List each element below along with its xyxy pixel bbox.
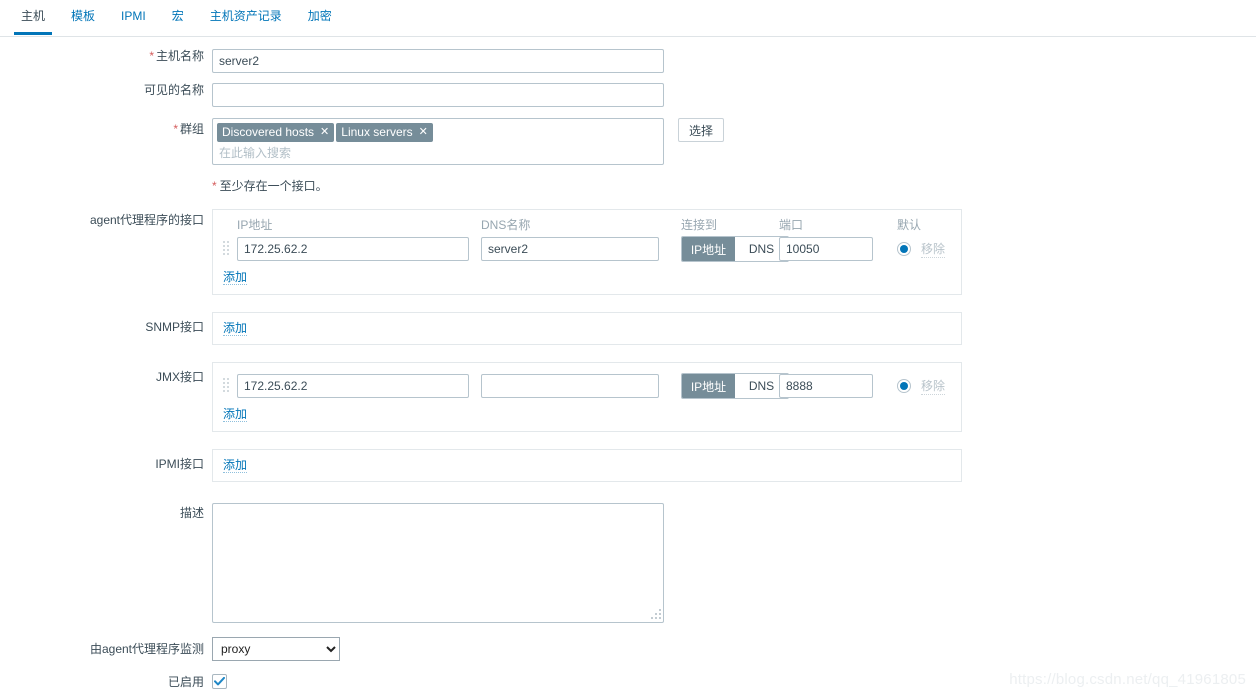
jmx-interface-add-link[interactable]: 添加: [223, 407, 248, 422]
snmp-interface-panel: 添加: [212, 312, 962, 345]
required-marker: *: [173, 122, 178, 136]
jmx-interface-dns-input[interactable]: [481, 374, 659, 398]
tab-host[interactable]: 主机: [8, 0, 58, 35]
tab-templates[interactable]: 模板: [58, 0, 108, 34]
agent-interface-column-headers: IP地址 DNS名称 连接到 端口 默认: [223, 218, 951, 232]
host-group-chip[interactable]: Linux servers ✕: [336, 123, 433, 142]
snmp-interface-label: SNMP接口: [145, 320, 204, 334]
checkmark-icon: [214, 677, 225, 686]
monitored-by-proxy-label: 由agent代理程序监测: [89, 642, 204, 656]
monitored-by-proxy-select[interactable]: proxy: [212, 637, 340, 661]
host-groups-search-input[interactable]: [217, 145, 655, 161]
host-groups-multiselect[interactable]: Discovered hosts ✕ Linux servers ✕: [212, 118, 664, 165]
snmp-interface-add-link[interactable]: 添加: [223, 321, 248, 336]
enabled-label: 已启用: [167, 675, 204, 689]
interface-hint: * 至少存在一个接口。: [212, 179, 328, 193]
field-row-jmx-interface: JMX接口 IP: [0, 362, 1256, 432]
ipmi-interface-label: IPMI接口: [155, 457, 204, 471]
host-configuration-form: *主机名称 可见的名称 *群组 Discovered hosts ✕: [0, 36, 1256, 689]
required-marker: *: [212, 179, 217, 193]
agent-interface-port-input[interactable]: [779, 237, 873, 261]
ipmi-interface-panel: 添加: [212, 449, 962, 482]
jmx-interface-row: IP地址 DNS 移除: [223, 373, 951, 399]
required-marker: *: [149, 49, 154, 63]
agent-interface-label: agent代理程序的接口: [89, 213, 204, 227]
field-row-monitored-by-proxy: 由agent代理程序监测 proxy: [0, 637, 1256, 661]
field-row-description: 描述: [0, 503, 1256, 623]
tab-list: 主机 模板 IPMI 宏 主机资产记录 加密: [8, 0, 345, 35]
drag-handle-icon[interactable]: [223, 378, 231, 394]
field-row-groups: *群组 Discovered hosts ✕ Linux servers ✕ 选…: [0, 118, 1256, 165]
tab-ipmi[interactable]: IPMI: [108, 0, 159, 34]
agent-interface-panel: IP地址 DNS名称 连接到 端口 默认 172.25.62.2 server2…: [212, 209, 962, 295]
agent-interface-remove-link: 移除: [921, 242, 946, 258]
column-header-port: 端口: [779, 218, 804, 232]
remove-chip-icon[interactable]: ✕: [320, 126, 329, 138]
column-header-ip: IP地址: [237, 218, 273, 232]
watermark: https://blog.csdn.net/qq_41961805: [1009, 671, 1246, 688]
agent-interface-dns-input[interactable]: [481, 237, 659, 261]
jmx-interface-label: JMX接口: [155, 370, 204, 384]
host-name-label: * 主机名称: [149, 49, 204, 63]
visible-name-input[interactable]: [212, 83, 664, 107]
column-header-dns: DNS名称: [481, 218, 531, 232]
field-row-visible-name: 可见的名称: [0, 83, 1256, 107]
interface-hint-row: * 至少存在一个接口。: [0, 179, 1256, 193]
host-group-chip-label: Linux servers: [341, 125, 413, 139]
host-group-chip[interactable]: Discovered hosts ✕: [217, 123, 335, 142]
field-row-ipmi-interface: IPMI接口 添加: [0, 449, 1256, 482]
agent-interface-add-link[interactable]: 添加: [223, 270, 248, 285]
jmx-interface-ip-input[interactable]: [237, 374, 469, 398]
visible-name-label: 可见的名称: [143, 83, 204, 97]
jmx-interface-default-radio[interactable]: [897, 379, 911, 393]
field-row-host-name: * 主机名称: [0, 49, 1256, 73]
enabled-checkbox[interactable]: [212, 674, 227, 689]
description-label: 描述: [179, 506, 204, 520]
ipmi-interface-add-link[interactable]: 添加: [223, 458, 248, 473]
agent-interface-row: IP地址 DNS 移除: [223, 236, 951, 262]
jmx-interface-connect-to-toggle[interactable]: IP地址 DNS: [681, 373, 789, 399]
description-textarea-wrapper: [212, 503, 664, 623]
connect-to-ip-option[interactable]: IP地址: [682, 374, 735, 398]
select-groups-button[interactable]: 选择: [678, 118, 725, 142]
agent-interface-connect-to-toggle[interactable]: IP地址 DNS: [681, 236, 789, 262]
connect-to-ip-option[interactable]: IP地址: [682, 237, 735, 261]
host-group-chip-label: Discovered hosts: [222, 125, 315, 139]
column-header-default: 默认: [897, 218, 922, 232]
tab-encryption[interactable]: 加密: [295, 0, 345, 34]
jmx-interface-remove-link: 移除: [921, 379, 946, 395]
drag-handle-icon[interactable]: [223, 241, 231, 257]
field-row-snmp-interface: SNMP接口 添加: [0, 312, 1256, 345]
column-header-connect-to: 连接到: [681, 218, 718, 232]
tab-host-inventory[interactable]: 主机资产记录: [197, 0, 295, 34]
jmx-interface-panel: IP地址 DNS 移除 添加: [212, 362, 962, 432]
host-name-input[interactable]: [212, 49, 664, 73]
field-row-agent-interface: agent代理程序的接口 IP地址 DNS名称 连接到 端口 默认 172.25…: [0, 209, 1256, 295]
description-textarea[interactable]: [212, 503, 664, 623]
remove-chip-icon[interactable]: ✕: [419, 126, 428, 138]
agent-interface-default-radio[interactable]: [897, 242, 911, 256]
host-groups-chip-list: Discovered hosts ✕ Linux servers ✕: [217, 123, 659, 142]
tab-bar: 主机 模板 IPMI 宏 主机资产记录 加密: [0, 0, 1256, 37]
tab-macros[interactable]: 宏: [159, 0, 197, 34]
groups-label: * 群组: [173, 122, 204, 136]
agent-interface-ip-input[interactable]: [237, 237, 469, 261]
jmx-interface-port-input[interactable]: [779, 374, 873, 398]
